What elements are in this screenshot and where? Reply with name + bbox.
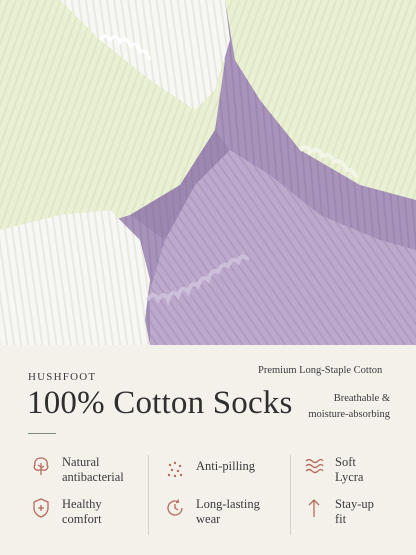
tagline-line-1: Breathable & <box>333 393 390 404</box>
feature-line-1: Anti-pilling <box>196 459 256 473</box>
waves-icon <box>305 458 324 474</box>
info-panel: HUSHFOOT Premium Long-Staple Cotton 100%… <box>0 345 416 555</box>
feature-healthy-comfort: Healthy comfort <box>30 497 102 527</box>
feature-line-2: antibacterial <box>62 470 124 484</box>
feature-line-2: fit <box>335 512 347 526</box>
feature-anti-pilling: Anti-pilling <box>164 459 255 481</box>
feature-natural-antibacterial: Natural antibacterial <box>30 455 124 485</box>
clock-icon <box>167 499 183 516</box>
product-card: HUSHFOOT Premium Long-Staple Cotton 100%… <box>0 0 416 555</box>
feature-line-1: Soft <box>335 455 356 469</box>
feature-line-2: wear <box>196 512 221 526</box>
feature-stay-up-fit: Stay-up fit <box>303 497 374 527</box>
column-divider <box>148 455 149 535</box>
feature-long-lasting-wear: Long-lasting wear <box>164 497 260 527</box>
feature-line-1: Long-lasting <box>196 497 260 511</box>
feature-line-2: Lycra <box>335 470 364 484</box>
column-divider <box>290 455 291 535</box>
tagline-line-2: moisture-absorbing <box>308 409 390 420</box>
feature-line-1: Stay-up <box>335 497 374 511</box>
shield-plus-icon <box>33 498 49 518</box>
divider <box>28 433 56 434</box>
feature-soft-lycra: Soft Lycra <box>303 455 363 485</box>
socks-illustration <box>0 0 416 345</box>
brand-name: HUSHFOOT <box>28 371 97 383</box>
feature-line-2: comfort <box>62 512 102 526</box>
dots-icon <box>167 461 183 478</box>
tree-icon <box>33 457 49 475</box>
arrow-up-icon <box>308 499 320 517</box>
product-photo <box>0 0 416 345</box>
feature-line-1: Natural <box>62 455 100 469</box>
tagline: Breathable & moisture-absorbing <box>270 391 390 423</box>
page-title: 100% Cotton Socks <box>27 385 293 421</box>
subheading: Premium Long-Staple Cotton <box>258 365 383 376</box>
feature-line-1: Healthy <box>62 497 102 511</box>
